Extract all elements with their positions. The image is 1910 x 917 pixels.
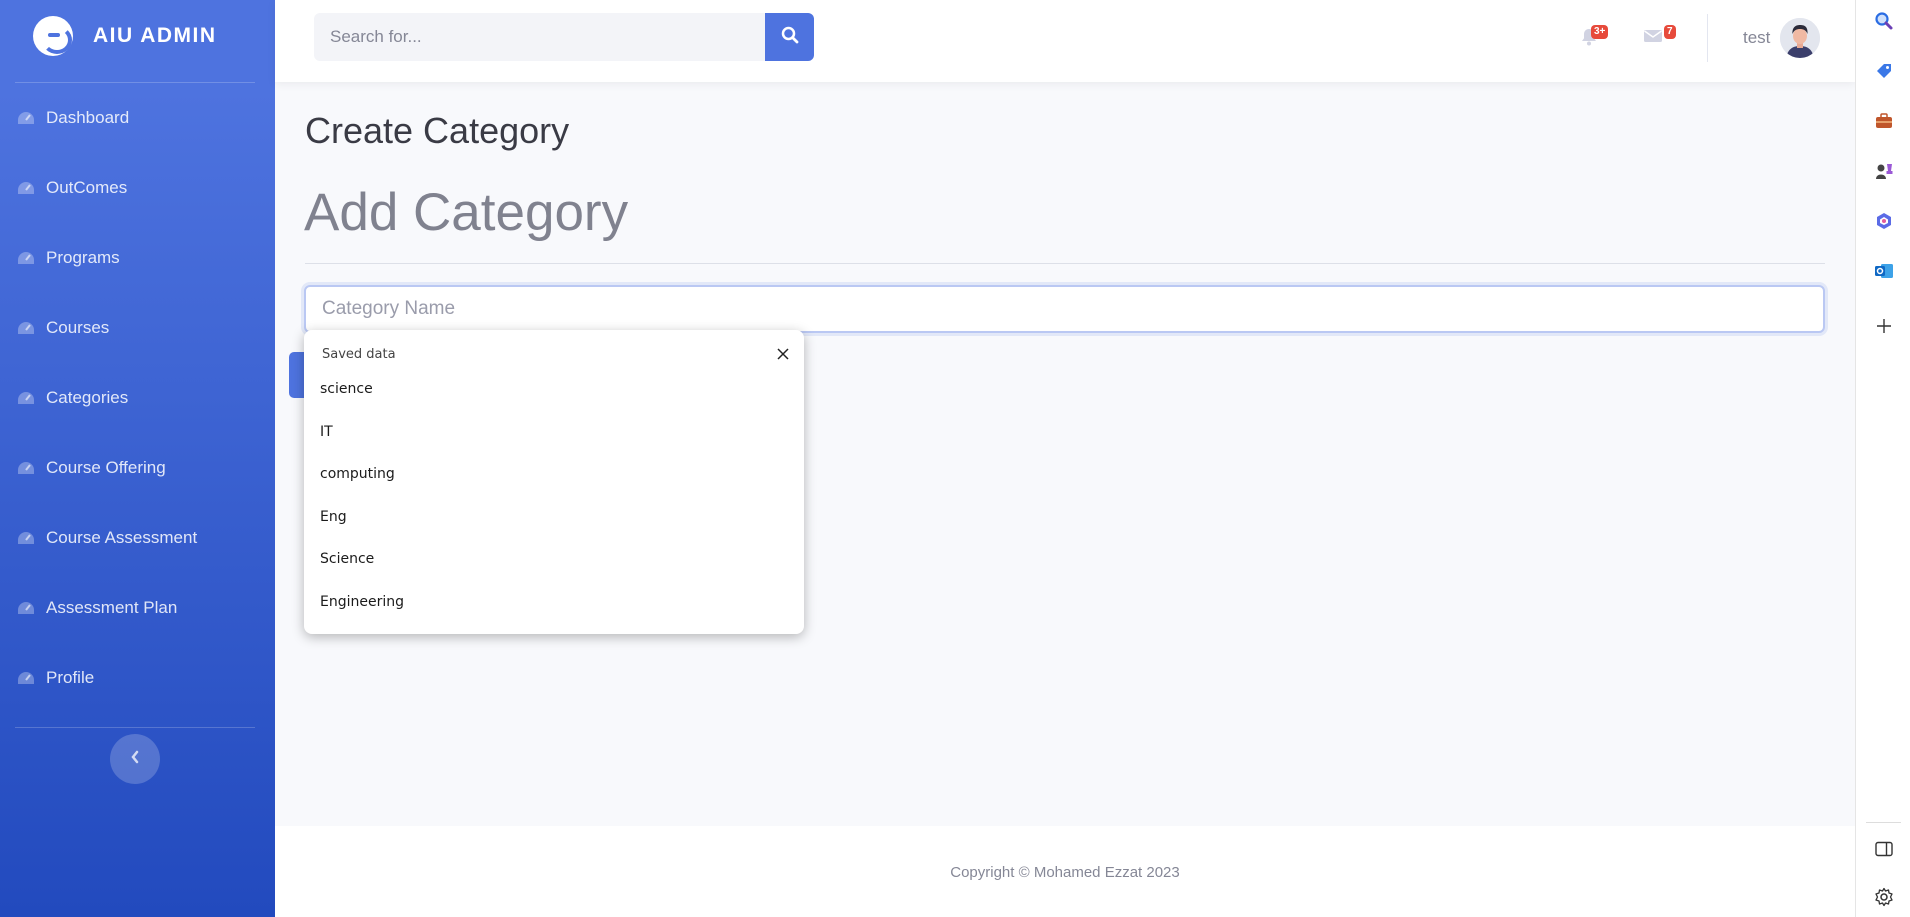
gear-icon[interactable] [1873, 886, 1895, 908]
search-button[interactable] [765, 13, 814, 61]
topbar: 3+ 7 test [275, 0, 1855, 82]
sidebar-item-label: Courses [46, 318, 110, 337]
sidebar-item-course-assessment[interactable]: Course Assessment [0, 503, 275, 573]
page-title: Create Category [305, 110, 570, 151]
sidebar-toggle-button[interactable] [110, 734, 160, 784]
section-title: Add Category [304, 183, 629, 242]
tachometer-icon [16, 178, 36, 198]
tachometer-icon [16, 458, 36, 478]
autofill-item[interactable]: Science [304, 538, 804, 581]
user-avatar-icon [1780, 18, 1820, 58]
copyright-text: Copyright © Mohamed Ezzat 2023 [950, 864, 1180, 881]
tachometer-icon [16, 248, 36, 268]
sidebar-item-profile[interactable]: Profile [0, 643, 275, 713]
user-name[interactable]: test [1743, 28, 1770, 48]
sidebar-item-label: Assessment Plan [46, 598, 178, 617]
avatar[interactable] [1780, 18, 1820, 58]
sidebar: AIU ADMIN Dashboard OutComes Programs Co… [0, 0, 275, 917]
envelope-icon[interactable] [1643, 28, 1663, 49]
footer: Copyright © Mohamed Ezzat 2023 [275, 826, 1855, 917]
close-icon[interactable] [774, 345, 792, 363]
search-icon[interactable] [1873, 10, 1895, 32]
sidebar-item-label: Dashboard [46, 108, 130, 127]
outlook-icon[interactable] [1873, 260, 1895, 282]
chess-icon[interactable] [1873, 160, 1895, 182]
autofill-dropdown: Saved data science IT computing Eng Scie… [304, 330, 804, 634]
tag-icon[interactable] [1873, 60, 1895, 82]
category-name-input[interactable] [304, 285, 1825, 333]
brand-logo-icon [33, 16, 73, 56]
side-panel-divider [1866, 822, 1901, 823]
tachometer-icon [16, 318, 36, 338]
sidebar-divider [15, 727, 255, 728]
chevron-left-icon [130, 750, 140, 769]
sidebar-item-assessment-plan[interactable]: Assessment Plan [0, 573, 275, 643]
sidebar-item-label: Course Offering [46, 458, 166, 477]
topbar-divider [1707, 14, 1708, 62]
brand-name: AIU ADMIN [93, 24, 217, 47]
alerts-badge: 3+ [1591, 25, 1609, 39]
tachometer-icon [16, 528, 36, 548]
add-icon[interactable] [1873, 315, 1895, 337]
autofill-item[interactable]: Engineering [304, 581, 804, 624]
autofill-list: science IT computing Eng Science Enginee… [304, 368, 804, 623]
sidebar-item-label: Categories [46, 388, 129, 407]
brand[interactable]: AIU ADMIN [0, 0, 275, 72]
autofill-header: Saved data [322, 347, 396, 362]
autofill-item[interactable]: IT [304, 411, 804, 454]
browser-side-panel [1855, 0, 1910, 917]
tachometer-icon [16, 598, 36, 618]
autofill-item[interactable]: Eng [304, 496, 804, 539]
search-form [314, 13, 814, 61]
messages-badge: 7 [1664, 25, 1676, 39]
search-input[interactable] [314, 13, 765, 61]
sidebar-item-outcomes[interactable]: OutComes [0, 153, 275, 223]
tachometer-icon [16, 388, 36, 408]
sidebar-item-course-offering[interactable]: Course Offering [0, 433, 275, 503]
tachometer-icon [16, 108, 36, 128]
sidebar-layout-icon[interactable] [1873, 838, 1895, 860]
sidebar-item-label: Programs [46, 248, 120, 267]
autofill-item[interactable]: science [304, 368, 804, 411]
section-divider [305, 263, 1825, 264]
search-icon [781, 26, 799, 49]
sidebar-item-dashboard[interactable]: Dashboard [0, 83, 275, 153]
sidebar-item-label: Profile [46, 668, 95, 687]
autofill-item[interactable]: computing [304, 453, 804, 496]
sidebar-item-programs[interactable]: Programs [0, 223, 275, 293]
sidebar-item-label: Course Assessment [46, 528, 198, 547]
sidebar-item-courses[interactable]: Courses [0, 293, 275, 363]
sidebar-item-categories[interactable]: Categories [0, 363, 275, 433]
briefcase-icon[interactable] [1873, 110, 1895, 132]
tachometer-icon [16, 668, 36, 688]
sidebar-item-label: OutComes [46, 178, 128, 197]
copilot-icon[interactable] [1873, 210, 1895, 232]
